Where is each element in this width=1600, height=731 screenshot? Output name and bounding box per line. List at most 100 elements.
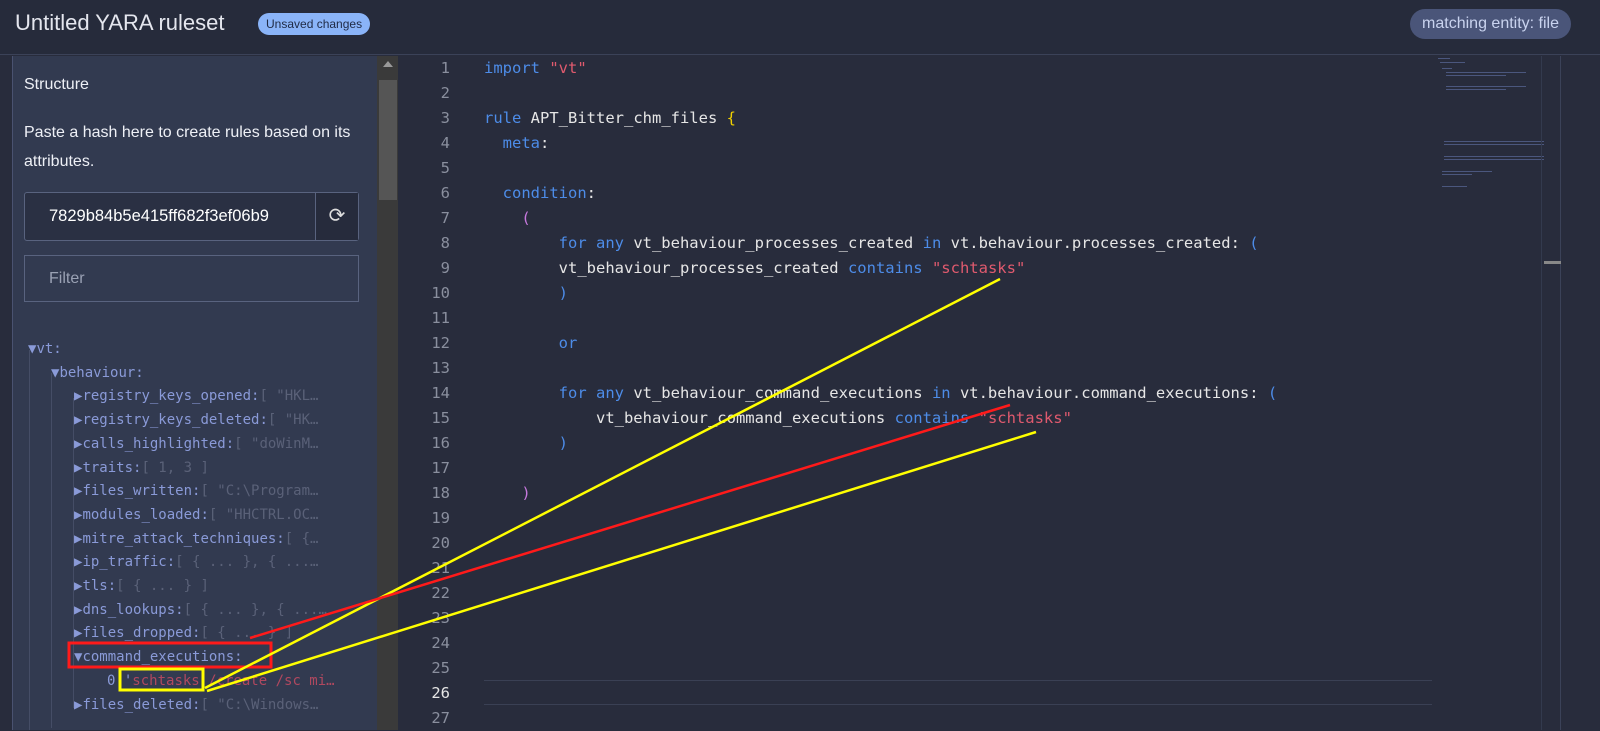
code-token: vt_behaviour_command_executions: [484, 409, 895, 427]
scrollbar-thumb[interactable]: [379, 80, 397, 200]
tree-node[interactable]: ▶registry_keys_opened:[ "HKL…: [74, 385, 318, 408]
structure-heading: Structure: [24, 76, 89, 93]
tree-node[interactable]: ▶calls_highlighted:[ "doWinM…: [74, 433, 318, 456]
code-line[interactable]: meta:: [484, 131, 550, 156]
code-token: (: [521, 209, 531, 227]
code-line[interactable]: vt_behaviour_processes_created contains …: [484, 256, 1026, 281]
line-number: 27: [431, 709, 450, 727]
code-line[interactable]: for any vt_behaviour_processes_created i…: [484, 231, 1259, 256]
code-token: ): [521, 484, 531, 502]
code-token: or: [558, 334, 578, 352]
scroll-up-arrow-icon[interactable]: [383, 61, 393, 67]
code-token: :: [586, 184, 597, 202]
refresh-icon[interactable]: ⟳: [315, 193, 358, 240]
tree-node[interactable]: ▶dns_lookups:[ { ... }, { ...…: [74, 599, 327, 622]
line-number: 10: [431, 284, 450, 302]
tree-node[interactable]: 0:'schtasks /create /sc mi…: [107, 670, 335, 693]
tree-node[interactable]: ▶registry_keys_deleted:[ "HK…: [74, 409, 318, 432]
code-token: rule: [484, 109, 531, 127]
sidebar-scrollbar[interactable]: [377, 56, 399, 730]
tree-node-key: dns_lookups:: [82, 601, 184, 618]
tree-node[interactable]: ▶files_written:[ "C:\Program…: [74, 480, 318, 503]
code-line[interactable]: condition:: [484, 181, 596, 206]
line-number: 14: [431, 384, 450, 402]
hash-input[interactable]: 7829b84b5e415ff682f3ef06b9 ⟳: [24, 192, 359, 241]
tree-node[interactable]: ▼command_executions:: [74, 646, 243, 669]
tree-node-value: [ "C:\Program…: [200, 483, 319, 500]
tree-node-key: mitre_attack_techniques:: [82, 530, 285, 547]
tree-node-key: calls_highlighted:: [82, 435, 235, 452]
line-number: 18: [431, 484, 450, 502]
line-number: 20: [431, 534, 450, 552]
tree-node-key: command_executions:: [82, 649, 243, 666]
editor-scrollbar[interactable]: [1541, 56, 1561, 730]
line-number: 24: [431, 634, 450, 652]
matching-entity-button[interactable]: matching entity: file: [1410, 9, 1571, 39]
code-token: condition: [502, 184, 587, 202]
code-line[interactable]: ): [484, 481, 531, 506]
tree-node-value: [ "doWinM…: [234, 435, 319, 452]
line-number: 2: [440, 84, 450, 102]
current-line-highlight: [484, 680, 1432, 705]
code-line[interactable]: rule APT_Bitter_chm_files {: [484, 106, 736, 131]
tree-node-value: [ { ... }, { ...…: [175, 554, 319, 571]
code-line[interactable]: vt_behaviour_command_executions contains…: [484, 406, 1072, 431]
code-token: vt_behaviour_processes_created: [484, 259, 848, 277]
tree-node[interactable]: ▶files_dropped:[ { ... } ]: [74, 622, 293, 645]
line-number: 5: [440, 159, 450, 177]
code-line[interactable]: ): [484, 281, 568, 306]
tree-node-value: [ "HHCTRL.OC…: [208, 506, 319, 523]
line-number: 19: [431, 509, 450, 527]
code-token: ): [558, 434, 568, 452]
code-line[interactable]: (: [484, 206, 531, 231]
code-token: vt_behaviour_processes_created: [633, 234, 923, 252]
code-editor[interactable]: 1 import "vt" 2 3 rule APT_Bitter_chm_files …: [398, 56, 1600, 730]
tree-node[interactable]: ▶ip_traffic:[ { ... }, { ...…: [74, 551, 318, 574]
tree-node[interactable]: ▶modules_loaded:[ "HHCTRL.OC…: [74, 504, 318, 527]
line-number: 1: [440, 59, 450, 77]
code-token: for any: [558, 234, 634, 252]
tree-node[interactable]: ▼vt:: [28, 338, 62, 361]
tree-node-key: vt:: [36, 341, 62, 357]
filter-input[interactable]: [24, 255, 359, 302]
line-number: 6: [440, 184, 450, 202]
code-token: vt.behaviour.processes_created:: [950, 234, 1250, 252]
structure-sidebar: Structure Paste a hash here to create ru…: [12, 56, 410, 730]
tree-node[interactable]: ▼behaviour:: [51, 362, 144, 385]
line-number: 23: [431, 609, 450, 627]
code-line[interactable]: import "vt": [484, 56, 587, 81]
tree-node[interactable]: ▶files_deleted:[ "C:\Windows…: [74, 694, 318, 717]
tree-node-value: [ {…: [284, 530, 319, 547]
tree-node-value: [ { ... }, { ...…: [183, 601, 327, 618]
hash-value[interactable]: 7829b84b5e415ff682f3ef06b9: [49, 207, 269, 226]
minimap[interactable]: [1428, 56, 1548, 196]
ruleset-title[interactable]: Untitled YARA ruleset: [15, 10, 225, 36]
line-number: 26: [431, 684, 450, 702]
code-token: (: [1267, 384, 1278, 402]
code-token: in: [922, 234, 951, 252]
code-line[interactable]: for any vt_behaviour_command_executions …: [484, 381, 1278, 406]
tree-node[interactable]: ▶traits:[ 1, 3 ]: [74, 457, 209, 480]
tree-node-key: modules_loaded:: [82, 506, 209, 523]
line-number: 15: [431, 409, 450, 427]
code-token: in: [931, 384, 960, 402]
tree-node[interactable]: ▶tls:[ { ... } ]: [74, 575, 209, 598]
tree-node-key: 0:': [107, 672, 133, 689]
tree-node[interactable]: ▶mitre_attack_techniques:[ {…: [74, 528, 318, 551]
structure-description: Paste a hash here to create rules based …: [24, 124, 351, 170]
line-number: 9: [440, 259, 450, 277]
code-line[interactable]: or: [484, 331, 578, 356]
line-number: 17: [431, 459, 450, 477]
tree-node-key: traits:: [82, 459, 142, 476]
code-line[interactable]: ): [484, 431, 568, 456]
tree-node-value: [ "HK…: [267, 412, 319, 429]
code-token: :: [540, 134, 550, 152]
unsaved-changes-badge: Unsaved changes: [258, 13, 371, 35]
tree-node-key: files_dropped:: [82, 625, 201, 642]
